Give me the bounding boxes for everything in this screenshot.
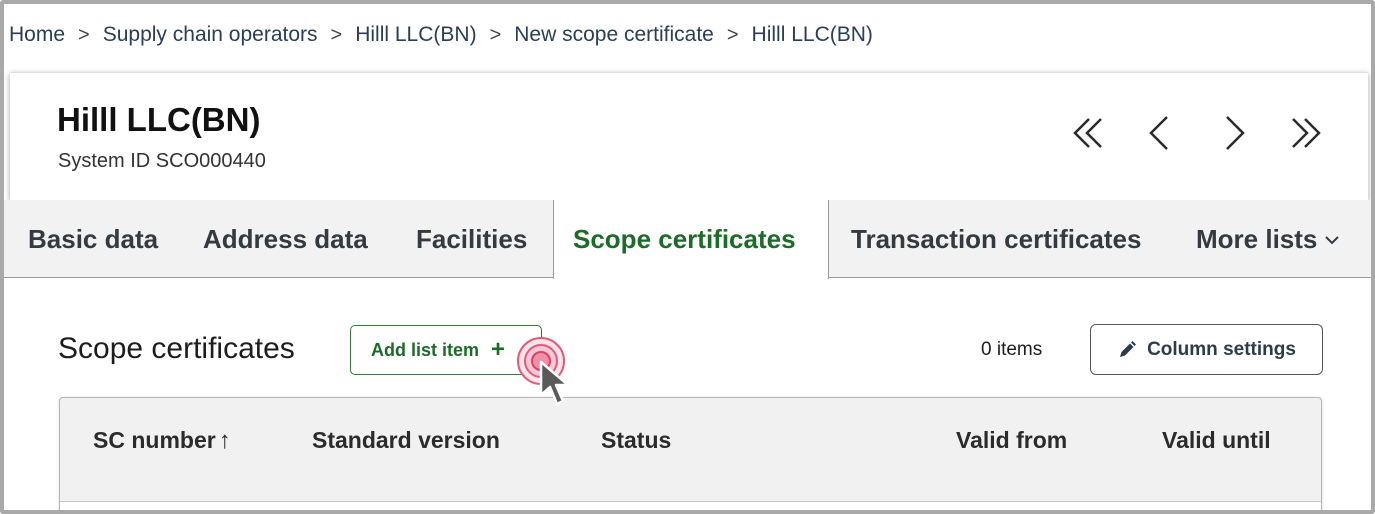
tab-facilities[interactable]: Facilities xyxy=(416,200,527,278)
column-header-status[interactable]: Status xyxy=(601,427,671,454)
tab-bar: Basic data Address data Facilities Scope… xyxy=(4,200,1371,279)
breadcrumb-operator[interactable]: Hilll LLC(BN) xyxy=(355,23,476,47)
tab-more-lists[interactable]: More lists xyxy=(1196,200,1340,278)
breadcrumb-home[interactable]: Home xyxy=(9,23,65,47)
page-title: Hilll LLC(BN) xyxy=(57,101,261,138)
system-id: System ID SCO000440 xyxy=(58,150,266,172)
tab-address-data[interactable]: Address data xyxy=(203,200,368,278)
breadcrumb-separator: > xyxy=(78,23,90,46)
column-settings-button[interactable]: Column settings xyxy=(1090,324,1323,375)
breadcrumb-new-scope-certificate[interactable]: New scope certificate xyxy=(514,23,714,47)
previous-icon xyxy=(1149,116,1168,150)
first-record-button[interactable] xyxy=(1064,105,1114,161)
app-frame: Home > Supply chain operators > Hilll LL… xyxy=(0,0,1375,514)
add-list-item-button[interactable]: Add list item + xyxy=(350,325,542,375)
record-header: Hilll LLC(BN) System ID SCO000440 xyxy=(10,72,1368,200)
pencil-icon xyxy=(1120,340,1137,357)
tab-basic-data[interactable]: Basic data xyxy=(28,200,158,278)
last-page-icon xyxy=(1292,118,1321,148)
breadcrumb: Home > Supply chain operators > Hilll LL… xyxy=(9,23,873,47)
column-settings-label: Column settings xyxy=(1147,338,1296,360)
last-record-button[interactable] xyxy=(1280,105,1330,161)
column-header-standard-version[interactable]: Standard version xyxy=(312,427,500,454)
tab-more-lists-label: More lists xyxy=(1196,223,1318,254)
add-list-item-label: Add list item xyxy=(371,339,480,360)
breadcrumb-separator: > xyxy=(726,23,739,46)
breadcrumb-supply-chain-operators[interactable]: Supply chain operators xyxy=(103,23,318,47)
breadcrumb-separator: > xyxy=(489,23,502,46)
first-page-icon xyxy=(1073,118,1102,148)
items-count: 0 items xyxy=(981,339,1043,360)
tab-scope-certificates[interactable]: Scope certificates xyxy=(553,200,829,279)
breadcrumb-separator: > xyxy=(330,23,343,46)
plus-icon: + xyxy=(491,336,506,363)
record-navigation xyxy=(1064,105,1330,161)
next-icon xyxy=(1226,116,1245,150)
sort-ascending-icon: ↑ xyxy=(218,427,231,454)
previous-record-button[interactable] xyxy=(1136,105,1186,161)
next-record-button[interactable] xyxy=(1208,105,1258,161)
chevron-down-icon xyxy=(1325,229,1340,250)
tab-transaction-certificates[interactable]: Transaction certificates xyxy=(851,200,1141,278)
section-title: Scope certificates xyxy=(58,332,295,365)
table-header-row: SC number ↑ Standard version Status Valid… xyxy=(60,398,1321,501)
table-body xyxy=(60,501,1321,510)
scope-certificates-table: SC number ↑ Standard version Status Valid… xyxy=(59,397,1322,510)
column-header-sc-number[interactable]: SC number ↑ xyxy=(93,427,231,455)
column-header-valid-until[interactable]: Valid until xyxy=(1162,427,1271,454)
column-header-valid-from[interactable]: Valid from xyxy=(956,427,1067,454)
breadcrumb-current: Hilll LLC(BN) xyxy=(751,23,873,46)
